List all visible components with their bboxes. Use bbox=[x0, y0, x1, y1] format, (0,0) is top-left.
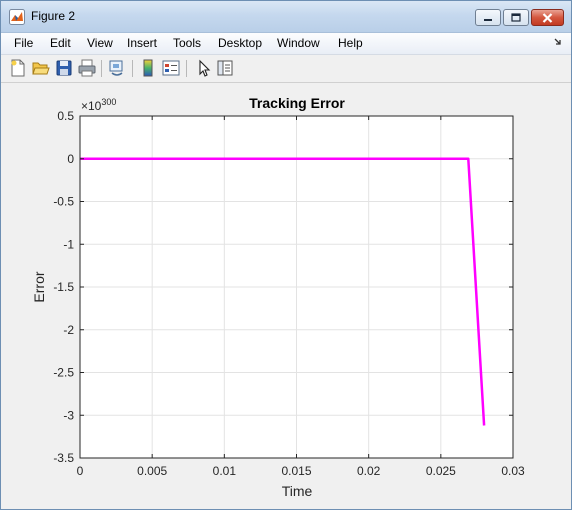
y-tick-label: -2 bbox=[63, 323, 74, 337]
property-editor-icon[interactable] bbox=[216, 59, 234, 77]
new-figure-icon[interactable] bbox=[9, 59, 27, 77]
x-axis-label: Time bbox=[282, 483, 313, 499]
y-exponent-power: 300 bbox=[101, 97, 116, 107]
y-axis-label: Error bbox=[31, 271, 47, 302]
menu-desktop[interactable]: Desktop bbox=[218, 36, 262, 50]
x-tick-label: 0.02 bbox=[357, 464, 381, 478]
y-tick-label: -1.5 bbox=[53, 280, 74, 294]
toolbar-separator bbox=[101, 60, 102, 77]
y-tick-label: -2.5 bbox=[53, 366, 74, 380]
title-bar[interactable]: Figure 2 bbox=[1, 1, 571, 33]
x-tick-label: 0.005 bbox=[137, 464, 167, 478]
menu-tools[interactable]: Tools bbox=[173, 36, 201, 50]
y-exponent-base: ×10 bbox=[81, 99, 102, 113]
save-icon[interactable] bbox=[55, 59, 73, 77]
x-tick-label: 0 bbox=[77, 464, 84, 478]
figure-canvas: 0 0.005 0.01 0.015 0.02 0.025 0.03 0.5 0 -0.5 -1 -1… bbox=[1, 83, 571, 509]
close-icon bbox=[542, 12, 553, 23]
x-tick-label: 0.01 bbox=[213, 464, 237, 478]
menu-insert[interactable]: Insert bbox=[127, 36, 157, 50]
y-tick-label: -3 bbox=[63, 408, 74, 422]
minimize-button[interactable] bbox=[475, 9, 501, 26]
menu-window[interactable]: Window bbox=[277, 36, 320, 50]
chart-title: Tracking Error bbox=[249, 95, 345, 111]
chart[interactable]: 0 0.005 0.01 0.015 0.02 0.025 0.03 0.5 0 -0.5 -1 -1… bbox=[1, 83, 571, 509]
menu-bar: File Edit View Insert Tools Desktop Wind… bbox=[1, 33, 571, 55]
menu-view[interactable]: View bbox=[87, 36, 113, 50]
menu-help[interactable]: Help bbox=[338, 36, 363, 50]
pointer-icon[interactable] bbox=[195, 59, 213, 77]
x-tick-label: 0.025 bbox=[426, 464, 456, 478]
menu-edit[interactable]: Edit bbox=[50, 36, 71, 50]
toolbar-separator bbox=[186, 60, 187, 77]
x-tick-label: 0.015 bbox=[281, 464, 311, 478]
maximize-icon bbox=[511, 13, 521, 22]
y-exponent: ×10300 bbox=[81, 97, 116, 113]
menu-file[interactable]: File bbox=[14, 36, 33, 50]
legend-icon[interactable] bbox=[162, 59, 180, 77]
maximize-button[interactable] bbox=[503, 9, 529, 26]
link-plot-icon[interactable] bbox=[108, 59, 126, 77]
window-title: Figure 2 bbox=[31, 9, 76, 23]
colorbar-icon[interactable] bbox=[139, 59, 157, 77]
matlab-figure-icon bbox=[9, 9, 25, 25]
figure-window: Figure 2 File Edit View Insert Tools Des… bbox=[0, 0, 572, 510]
y-tick-label: -1 bbox=[63, 237, 74, 251]
y-tick-label: 0 bbox=[67, 152, 74, 166]
y-tick-label: 0.5 bbox=[57, 109, 74, 123]
open-file-icon[interactable] bbox=[32, 59, 50, 77]
dock-arrow-icon[interactable] bbox=[553, 37, 563, 47]
toolbar bbox=[1, 55, 571, 83]
y-tick-label: -0.5 bbox=[53, 195, 74, 209]
close-button[interactable] bbox=[531, 9, 564, 26]
minimize-icon bbox=[484, 18, 492, 21]
x-tick-label: 0.03 bbox=[501, 464, 525, 478]
print-icon[interactable] bbox=[78, 59, 96, 77]
toolbar-separator bbox=[132, 60, 133, 77]
y-tick-label: -3.5 bbox=[53, 451, 74, 465]
